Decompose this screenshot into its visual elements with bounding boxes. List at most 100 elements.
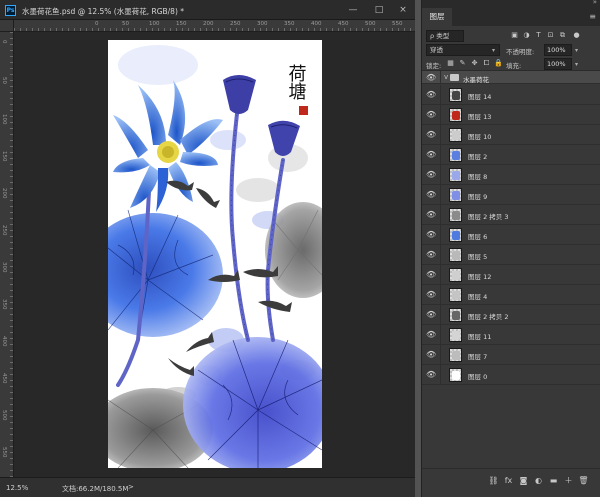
- layer-name[interactable]: 图层 8: [468, 171, 487, 181]
- layer-name[interactable]: 图层 0: [468, 371, 487, 381]
- layer-row[interactable]: 👁 图层 4: [422, 285, 600, 305]
- lock-artboard-icon[interactable]: ⧠: [482, 59, 491, 68]
- fx-icon[interactable]: fx: [503, 475, 514, 486]
- folder-icon[interactable]: ▬: [548, 475, 559, 486]
- lock-position-icon[interactable]: ✥: [470, 59, 479, 68]
- layer-row[interactable]: 👁 图层 8: [422, 165, 600, 185]
- layer-name[interactable]: 图层 2 拷贝 3: [468, 211, 508, 221]
- layer-thumbnail[interactable]: [449, 308, 462, 322]
- shape-filter-icon[interactable]: ⊡: [546, 31, 555, 40]
- layer-thumbnail[interactable]: [449, 128, 462, 142]
- toggle-filter-icon[interactable]: ●: [572, 31, 581, 40]
- close-button[interactable]: ×: [396, 4, 410, 16]
- layer-thumbnail[interactable]: [449, 88, 462, 102]
- trash-icon[interactable]: 🗑: [578, 475, 589, 486]
- eye-icon[interactable]: 👁: [426, 310, 436, 319]
- layer-row[interactable]: 👁 图层 11: [422, 325, 600, 345]
- layer-name[interactable]: 图层 2: [468, 151, 487, 161]
- layer-row[interactable]: 👁 图层 13: [422, 105, 600, 125]
- fill-input[interactable]: 100%: [544, 58, 572, 70]
- layer-thumbnail[interactable]: [449, 228, 462, 242]
- layer-name[interactable]: 图层 6: [468, 231, 487, 241]
- layer-thumbnail[interactable]: [449, 248, 462, 262]
- eye-icon[interactable]: 👁: [426, 290, 436, 299]
- layer-thumbnail[interactable]: [449, 188, 462, 202]
- eye-icon[interactable]: 👁: [426, 370, 436, 379]
- chevron-down-icon[interactable]: ▾: [575, 47, 578, 54]
- layer-row[interactable]: 👁 图层 6: [422, 225, 600, 245]
- adjustment-icon[interactable]: ◐: [533, 475, 544, 486]
- ruler-origin[interactable]: [0, 20, 14, 32]
- eye-icon[interactable]: 👁: [426, 250, 436, 259]
- image-filter-icon[interactable]: ▣: [510, 31, 519, 40]
- chevron-down-icon[interactable]: ▾: [575, 61, 578, 68]
- layer-name[interactable]: 图层 5: [468, 251, 487, 261]
- artwork-canvas[interactable]: 荷塘: [108, 40, 322, 468]
- layer-thumbnail[interactable]: [449, 168, 462, 182]
- layer-row[interactable]: 👁 图层 2 拷贝 2: [422, 305, 600, 325]
- chevron-down-icon[interactable]: v: [444, 73, 448, 81]
- canvas-area[interactable]: 荷塘: [15, 33, 415, 477]
- layer-name[interactable]: 图层 14: [468, 91, 491, 101]
- eye-icon[interactable]: 👁: [426, 270, 436, 279]
- layer-thumbnail[interactable]: [449, 348, 462, 362]
- layer-name[interactable]: 图层 7: [468, 351, 487, 361]
- layer-row[interactable]: 👁 图层 2 拷贝 3: [422, 205, 600, 225]
- layer-name[interactable]: 图层 4: [468, 291, 487, 301]
- lock-pixels-icon[interactable]: ✎: [458, 59, 467, 68]
- eye-icon[interactable]: 👁: [426, 150, 436, 159]
- layer-name[interactable]: 图层 11: [468, 331, 491, 341]
- layer-name[interactable]: 图层 2 拷贝 2: [468, 311, 508, 321]
- eye-icon[interactable]: 👁: [426, 73, 436, 82]
- layer-row[interactable]: 👁 图层 10: [422, 125, 600, 145]
- lock-transparency-icon[interactable]: ▦: [446, 59, 455, 68]
- zoom-level[interactable]: 12.5%: [6, 484, 28, 492]
- document-tab[interactable]: Ps 水墨荷花鱼.psd @ 12.5% (水墨荷花, RGB/8) * — □…: [0, 0, 415, 20]
- smart-filter-icon[interactable]: ⧉: [558, 31, 567, 40]
- adjust-filter-icon[interactable]: ◑: [522, 31, 531, 40]
- layer-row[interactable]: 👁 图层 12: [422, 265, 600, 285]
- layer-group-row[interactable]: 👁 v 水墨荷花: [422, 71, 600, 84]
- opacity-input[interactable]: 100%: [544, 44, 572, 56]
- layer-row[interactable]: 👁 图层 9: [422, 185, 600, 205]
- blend-mode-select[interactable]: 穿透: [426, 44, 500, 56]
- panel-menu-icon[interactable]: ≡: [589, 12, 596, 21]
- eye-icon[interactable]: 👁: [426, 190, 436, 199]
- filter-type-select[interactable]: ρ 类型: [426, 30, 464, 42]
- new-layer-icon[interactable]: ＋: [563, 475, 574, 486]
- layer-name[interactable]: 图层 12: [468, 271, 491, 281]
- type-filter-icon[interactable]: T: [534, 31, 543, 40]
- eye-icon[interactable]: 👁: [426, 230, 436, 239]
- layer-row[interactable]: 👁 图层 14: [422, 85, 600, 105]
- layer-name[interactable]: 图层 10: [468, 131, 491, 141]
- layer-row[interactable]: 👁 图层 7: [422, 345, 600, 365]
- link-icon[interactable]: ⛓: [488, 475, 499, 486]
- eye-icon[interactable]: 👁: [426, 110, 436, 119]
- eye-icon[interactable]: 👁: [426, 90, 436, 99]
- layer-name[interactable]: 图层 9: [468, 191, 487, 201]
- eye-icon[interactable]: 👁: [426, 130, 436, 139]
- layer-thumbnail[interactable]: [449, 148, 462, 162]
- lock-all-icon[interactable]: 🔒: [494, 59, 503, 68]
- layer-thumbnail[interactable]: [449, 208, 462, 222]
- horizontal-ruler[interactable]: 0 50 100 150 200 250 300 350 400 450 500 550: [14, 20, 415, 32]
- layer-thumbnail[interactable]: [449, 288, 462, 302]
- eye-icon[interactable]: 👁: [426, 210, 436, 219]
- mask-icon[interactable]: ◙: [518, 475, 529, 486]
- layer-name[interactable]: 图层 13: [468, 111, 491, 121]
- eye-icon[interactable]: 👁: [426, 350, 436, 359]
- layer-thumbnail[interactable]: [449, 368, 462, 382]
- vertical-ruler[interactable]: 0 50 100 150 200 250 300 350 400 450 500 550: [0, 32, 14, 477]
- layer-thumbnail[interactable]: [449, 108, 462, 122]
- layer-thumbnail[interactable]: [449, 268, 462, 282]
- layer-row[interactable]: 👁 图层 2: [422, 145, 600, 165]
- tab-layers[interactable]: 图层: [422, 8, 452, 26]
- layer-row[interactable]: 👁 图层 0: [422, 365, 600, 385]
- layer-row[interactable]: 👁 图层 5: [422, 245, 600, 265]
- layer-thumbnail[interactable]: [449, 328, 462, 342]
- maximize-button[interactable]: □: [372, 4, 386, 16]
- eye-icon[interactable]: 👁: [426, 330, 436, 339]
- eye-icon[interactable]: 👁: [426, 170, 436, 179]
- minimize-button[interactable]: —: [346, 4, 360, 16]
- status-menu-arrow[interactable]: >: [128, 483, 134, 491]
